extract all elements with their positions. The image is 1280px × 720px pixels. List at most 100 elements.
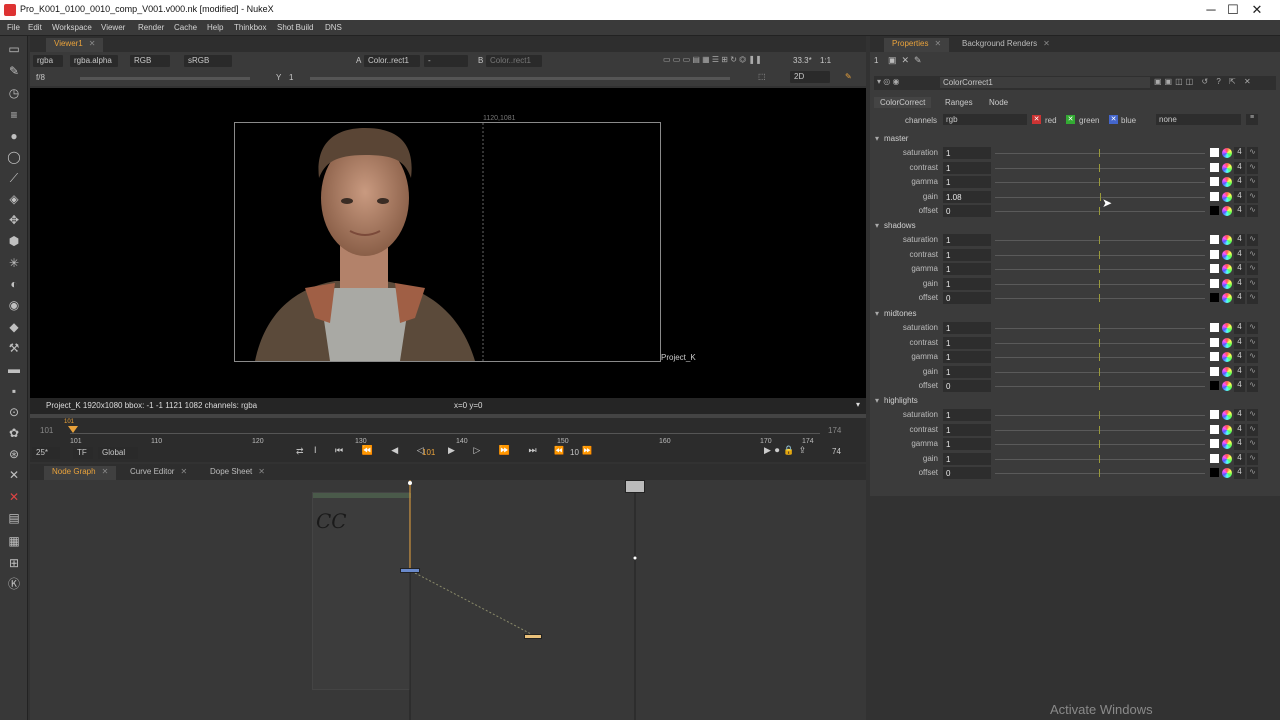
display-dropdown[interactable]: RGB bbox=[130, 55, 170, 67]
color-wheel-icon[interactable] bbox=[1222, 453, 1232, 464]
menu-edit[interactable]: Edit bbox=[28, 23, 42, 32]
color-wheel-icon[interactable] bbox=[1222, 148, 1232, 158]
color-wheel-icon[interactable] bbox=[1222, 177, 1232, 188]
curve-icon[interactable]: ∿ bbox=[1247, 147, 1258, 159]
shuffle-icon[interactable]: ⊞ bbox=[7, 556, 21, 570]
step-back-icon[interactable]: ⏪ bbox=[554, 446, 564, 455]
offset-input[interactable]: 0 bbox=[943, 205, 991, 218]
color-swatch[interactable] bbox=[1210, 264, 1219, 274]
gamma-input[interactable]: 1 bbox=[943, 263, 991, 276]
curve-icon[interactable]: ∿ bbox=[1247, 336, 1258, 349]
gamma-slider[interactable] bbox=[995, 265, 1205, 274]
section-shadows[interactable]: shadows bbox=[875, 221, 915, 230]
panel-tool-icons[interactable]: ▣✕✎ bbox=[888, 55, 927, 66]
draw-icon[interactable]: ✎ bbox=[7, 64, 21, 78]
color-wheel-icon[interactable] bbox=[1222, 206, 1232, 217]
color-wheel-icon[interactable] bbox=[1222, 249, 1232, 260]
gain-slider[interactable] bbox=[995, 367, 1205, 376]
transport-back-controls[interactable]: I ⏮ ⏪ ◀ ◁ bbox=[314, 445, 432, 456]
close-button[interactable]: ✕ bbox=[1234, 0, 1280, 20]
alpha-dropdown[interactable]: rgba.alpha bbox=[70, 55, 118, 67]
color-swatch[interactable] bbox=[1210, 439, 1219, 449]
channel-split-button[interactable]: 4 bbox=[1234, 161, 1245, 174]
menu-workspace[interactable]: Workspace bbox=[52, 23, 92, 32]
proxy-ratio[interactable]: 1:1 bbox=[820, 56, 831, 65]
color-swatch[interactable] bbox=[1210, 191, 1219, 201]
menu-thinkbox[interactable]: Thinkbox bbox=[234, 23, 266, 32]
gamma-input[interactable]: 1 bbox=[943, 176, 991, 189]
gain-input[interactable]: 1 bbox=[943, 277, 991, 290]
color-wheel-icon[interactable] bbox=[1222, 352, 1232, 363]
link-icon[interactable]: ≡ bbox=[1246, 114, 1258, 125]
color-swatch[interactable] bbox=[1210, 352, 1219, 362]
color-wheel-icon[interactable] bbox=[1222, 293, 1232, 304]
curve-icon[interactable]: ∿ bbox=[1247, 409, 1258, 421]
dot-node[interactable] bbox=[524, 634, 542, 639]
compare-op-dropdown[interactable]: - bbox=[424, 55, 468, 67]
channel-split-button[interactable]: 4 bbox=[1234, 438, 1245, 451]
current-frame-field[interactable]: 101 bbox=[418, 447, 438, 459]
menu-file[interactable]: File bbox=[7, 23, 20, 32]
clapper-icon[interactable]: ▤ bbox=[7, 511, 21, 525]
gamma-input[interactable]: 1 bbox=[943, 438, 991, 451]
curve-icon[interactable]: ∿ bbox=[1247, 277, 1258, 290]
channel-split-button[interactable]: 4 bbox=[1234, 234, 1245, 246]
color-wheel-icon[interactable] bbox=[1222, 337, 1232, 348]
gain-slider[interactable] bbox=[995, 279, 1205, 288]
offset-slider[interactable] bbox=[995, 294, 1205, 303]
alpha-channel-dropdown[interactable]: none bbox=[1156, 114, 1241, 125]
saturation-input[interactable]: 1 bbox=[943, 234, 991, 246]
curve-icon[interactable]: ∿ bbox=[1247, 452, 1258, 465]
contrast-slider[interactable] bbox=[995, 250, 1205, 259]
curve-icon[interactable]: ∿ bbox=[1247, 205, 1258, 218]
saturation-slider[interactable] bbox=[995, 236, 1205, 244]
menu-dns[interactable]: DNS bbox=[325, 23, 342, 32]
tab-curve-editor[interactable]: Curve Editor ✕ bbox=[122, 466, 195, 480]
color-swatch[interactable] bbox=[1210, 323, 1219, 332]
section-master[interactable]: master bbox=[875, 134, 909, 143]
menu-cache[interactable]: Cache bbox=[174, 23, 197, 32]
color-swatch[interactable] bbox=[1210, 424, 1219, 434]
chevron-down-icon[interactable]: ▾ bbox=[856, 400, 860, 409]
contrast-input[interactable]: 1 bbox=[943, 161, 991, 174]
tab-background-renders[interactable]: Background Renders ✕ bbox=[954, 38, 1058, 52]
color-swatch[interactable] bbox=[1210, 337, 1219, 347]
transform-icon[interactable]: ✥ bbox=[7, 213, 21, 227]
lut-dropdown[interactable]: sRGB bbox=[184, 55, 232, 67]
saturation-input[interactable]: 1 bbox=[943, 322, 991, 334]
tf-dropdown[interactable]: TF bbox=[73, 447, 93, 459]
color-icon[interactable]: ● bbox=[7, 129, 21, 143]
color-swatch[interactable] bbox=[1210, 249, 1219, 259]
deep-icon[interactable]: ◐ bbox=[7, 277, 21, 291]
curve-icon[interactable]: ∿ bbox=[1247, 467, 1258, 480]
curve-icon[interactable]: ∿ bbox=[1247, 351, 1258, 364]
toolsets-icon[interactable]: ⚒ bbox=[7, 341, 21, 355]
color-swatch[interactable] bbox=[1210, 468, 1219, 478]
curve-icon[interactable]: ∿ bbox=[1247, 322, 1258, 334]
gamma-slider[interactable] bbox=[995, 353, 1205, 362]
viewer-canvas[interactable]: 1120,1081 Project_K bbox=[30, 88, 866, 398]
color-wheel-icon[interactable] bbox=[1222, 191, 1232, 202]
curve-icon[interactable]: ∿ bbox=[1247, 292, 1258, 305]
input-b-dropdown[interactable]: Color..rect1 bbox=[486, 55, 542, 67]
channel-split-button[interactable]: 4 bbox=[1234, 190, 1245, 203]
gizmo-icon[interactable]: ✿ bbox=[7, 426, 21, 440]
step-field[interactable]: 10 bbox=[566, 447, 580, 459]
tab-ranges[interactable]: Ranges bbox=[939, 97, 979, 108]
saturation-input[interactable]: 1 bbox=[943, 409, 991, 421]
channel-split-button[interactable]: 4 bbox=[1234, 248, 1245, 261]
color-swatch[interactable] bbox=[1210, 206, 1219, 216]
offset-input[interactable]: 0 bbox=[943, 467, 991, 480]
grid-icon[interactable]: ▦ bbox=[7, 534, 21, 548]
color-wheel-icon[interactable] bbox=[1222, 323, 1232, 333]
gain-slider[interactable] bbox=[80, 77, 250, 80]
channels-dropdown[interactable]: rgb bbox=[943, 114, 1027, 125]
channel-split-button[interactable]: 4 bbox=[1234, 423, 1245, 436]
gain-input[interactable]: 1.08 bbox=[943, 190, 991, 203]
menu-viewer[interactable]: Viewer bbox=[101, 23, 125, 32]
range-dropdown[interactable]: Global bbox=[98, 447, 138, 459]
curve-icon[interactable]: ∿ bbox=[1247, 263, 1258, 276]
end-frame-field[interactable]: 74 bbox=[832, 447, 841, 456]
color-swatch[interactable] bbox=[1210, 366, 1219, 376]
gain-input[interactable]: 1 bbox=[943, 365, 991, 378]
